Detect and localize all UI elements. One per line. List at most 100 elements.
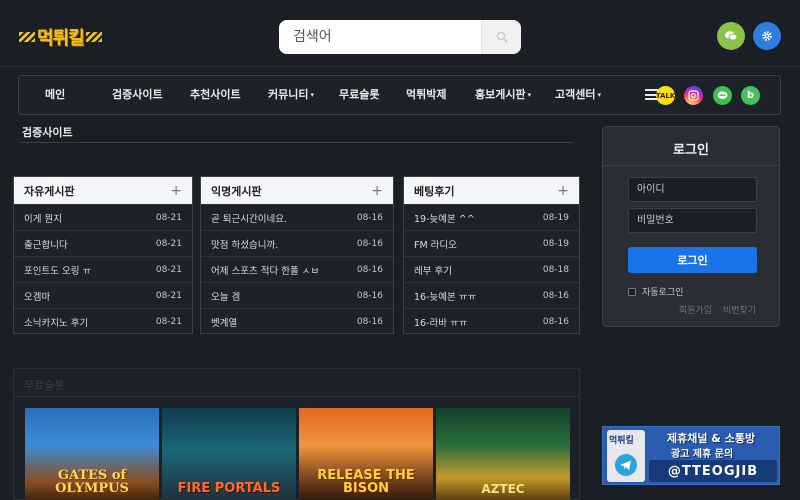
list-item[interactable]: 맛점 하셨습니까. 08-16 (201, 230, 393, 256)
nav-label: 고객센터 (555, 88, 596, 101)
login-divider (603, 165, 779, 166)
find-password-link[interactable]: 비번찾기 (723, 306, 756, 316)
banner-line2: 광고 제휴 문의 (671, 449, 734, 460)
list-item[interactable]: 어제 스포츠 적다 한폴 ㅅㅂ 08-16 (201, 256, 393, 282)
list-item[interactable]: FM 라디오 08-19 (404, 230, 579, 256)
instagram-icon[interactable] (684, 86, 703, 105)
logo-stripes-left (19, 32, 35, 42)
plus-icon[interactable]: + (170, 183, 182, 199)
band-icon[interactable]: b (741, 86, 760, 105)
nav-item-recommended-sites[interactable]: 추천사이트 (190, 76, 241, 114)
checkbox-box[interactable] (628, 287, 636, 296)
post-title: 16-늦예본 ㅠㅠ (414, 291, 477, 303)
nav-label: 메인 (45, 88, 66, 101)
slot-game-card[interactable]: AZTEC (436, 408, 570, 500)
post-title: 어제 스포츠 적다 한폴 ㅅㅂ (211, 265, 320, 277)
board-header: 익명게시판 + (201, 177, 393, 204)
post-date: 08-21 (155, 316, 182, 327)
post-date: 08-16 (542, 290, 569, 301)
board-title[interactable]: 익명게시판 (211, 183, 262, 199)
list-item[interactable]: 16-라바 ㅠㅠ 08-16 (404, 308, 579, 334)
site-logo[interactable]: 먹튀킬 (19, 26, 123, 49)
chevron-down-icon: ▾ (597, 91, 601, 99)
banner-handle: @TTEOGJIB (649, 460, 777, 482)
login-panel: 로그인 로그인 자동로그인 회원가입 비번찾기 (602, 126, 780, 327)
chat-icon (725, 31, 738, 41)
board-header: 자유게시판 + (14, 177, 192, 204)
chat-button[interactable] (717, 22, 745, 50)
post-date: 08-16 (542, 316, 569, 327)
list-item[interactable]: 이게 뭔지 08-21 (14, 204, 192, 230)
password-field[interactable] (628, 208, 757, 233)
nav-label: 추천사이트 (190, 88, 241, 101)
nav-item-free-slots[interactable]: 무료슬롯 (339, 76, 379, 114)
slot-game-card[interactable]: GATES of OLYMPUS (25, 408, 159, 500)
list-item[interactable]: 벳계열 08-16 (201, 308, 393, 334)
search-button[interactable] (481, 20, 521, 54)
banner-line1: 제휴채널 & 소통방 (667, 432, 756, 445)
search-input[interactable] (279, 20, 481, 54)
slot-game-card[interactable]: RELEASE THE BISON (299, 408, 433, 500)
settings-button[interactable] (753, 22, 781, 50)
board-title[interactable]: 베팅후기 (414, 183, 454, 199)
list-item[interactable]: 곧 퇴근시간이네요. 08-16 (201, 204, 393, 230)
slot-game-title: RELEASE THE BISON (317, 468, 415, 496)
nav-item-community[interactable]: 커뮤니티 ▾ (268, 76, 314, 114)
post-title: 16-라바 ㅠㅠ (414, 317, 468, 329)
nav-item-customer-center[interactable]: 고객센터 ▾ (555, 76, 601, 114)
list-item[interactable]: 출근합니다 08-21 (14, 230, 192, 256)
post-title: 오늘 겜 (211, 291, 241, 303)
search-bar (279, 20, 521, 54)
list-item[interactable]: 소닉카지노 후기 08-21 (14, 308, 192, 334)
plus-icon[interactable]: + (557, 183, 569, 199)
login-button[interactable]: 로그인 (628, 247, 757, 273)
nav-item-scam-list[interactable]: 먹튀박제 (406, 76, 446, 114)
post-date: 08-19 (542, 238, 569, 249)
banner-logo: 먹튀킬 (607, 430, 645, 482)
post-date: 08-19 (542, 212, 569, 223)
signup-link[interactable]: 회원가입 (679, 306, 712, 316)
slots-header: 무료슬롯 (14, 369, 579, 397)
nav-label: 커뮤니티 (268, 88, 309, 101)
list-item[interactable]: 오겜마 08-21 (14, 282, 192, 308)
username-field[interactable] (628, 177, 757, 202)
post-title: 맛점 하셨습니까. (211, 239, 279, 251)
post-title: 출근합니다 (24, 239, 68, 251)
list-item[interactable]: 포인트도 오링 ㅠ 08-21 (14, 256, 192, 282)
telegram-banner[interactable]: 먹튀킬 제휴채널 & 소통방 광고 제휴 문의 @TTEOGJIB (602, 426, 780, 485)
telegram-icon (615, 454, 637, 476)
section-title: 검증사이트 (22, 126, 73, 139)
plus-icon[interactable]: + (371, 183, 383, 199)
post-date: 08-21 (155, 290, 182, 301)
board-title[interactable]: 자유게시판 (24, 183, 75, 199)
free-slots-panel: 무료슬롯 GATES of OLYMPUS FIRE PORTALS RELEA… (13, 368, 580, 500)
nav-item-main[interactable]: 메인 (45, 76, 65, 114)
post-title: 19-늦예본 ^^ (414, 213, 475, 225)
post-date: 08-16 (356, 212, 383, 223)
post-title: 레부 후기 (414, 265, 452, 277)
nav-label: 검증사이트 (112, 88, 163, 101)
list-item[interactable]: 레부 후기 08-18 (404, 256, 579, 282)
chevron-down-icon: ▾ (527, 91, 532, 99)
list-item[interactable]: 19-늦예본 ^^ 08-19 (404, 204, 579, 230)
post-date: 08-18 (542, 264, 569, 275)
login-title: 로그인 (673, 143, 709, 158)
list-item[interactable]: 16-늦예본 ㅠㅠ 08-16 (404, 282, 579, 308)
kakaotalk-icon[interactable]: TALK (656, 86, 675, 105)
nav-label: 홍보게시판 (475, 88, 526, 101)
post-title: 이게 뭔지 (24, 213, 62, 225)
post-date: 08-21 (155, 212, 182, 223)
post-date: 08-21 (155, 238, 182, 249)
line-icon[interactable] (713, 86, 732, 105)
post-title: FM 라디오 (414, 239, 457, 251)
list-item[interactable]: 오늘 겜 08-16 (201, 282, 393, 308)
nav-item-promo-board[interactable]: 홍보게시판 ▾ (475, 76, 531, 114)
slot-game-card[interactable]: FIRE PORTALS (162, 408, 296, 500)
post-date: 08-21 (155, 264, 182, 275)
main-nav: 메인 검증사이트 추천사이트 커뮤니티 ▾ 무료슬롯 먹튀박제 홍보게시판 ▾ 고객… (18, 75, 781, 115)
auto-login-checkbox[interactable]: 자동로그인 (628, 285, 683, 298)
logo-stripes-right (85, 32, 102, 42)
section-divider (20, 142, 573, 143)
nav-item-verified-sites[interactable]: 검증사이트 (112, 76, 163, 114)
board-betting-reviews: 베팅후기 + 19-늦예본 ^^ 08-19 FM 라디오 08-19 레부 후기 0… (403, 176, 580, 334)
